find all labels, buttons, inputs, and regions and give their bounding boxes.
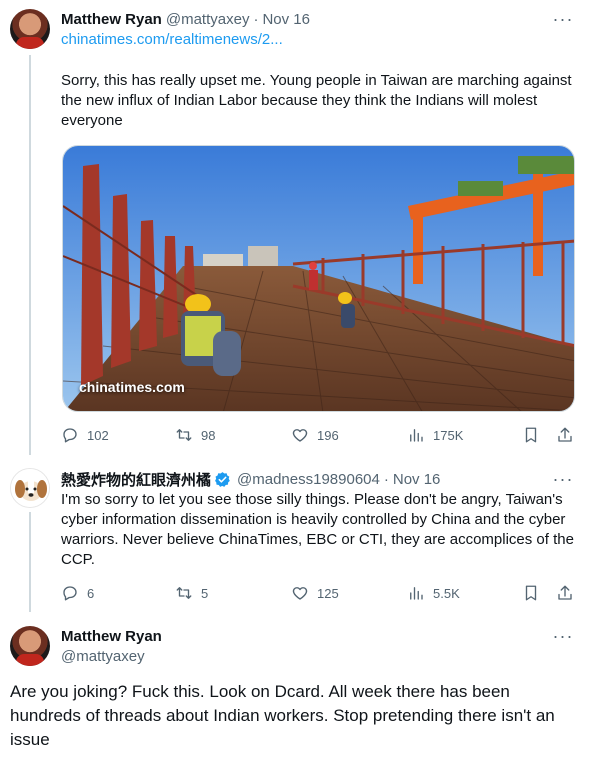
tweet-header: 熱愛炸物的紅眼濟州橘 @madness19890604 · Nov 16 xyxy=(61,469,440,489)
like-button[interactable]: 196 xyxy=(291,425,339,445)
author-handle[interactable]: @mattyaxey xyxy=(61,648,145,665)
author-name[interactable]: Matthew Ryan xyxy=(61,628,162,645)
reply-count: 6 xyxy=(87,585,95,601)
reply-button[interactable]: 6 xyxy=(61,583,94,603)
tweet-text: Sorry, this has really upset me. Young p… xyxy=(61,72,572,129)
share-button[interactable] xyxy=(556,425,574,445)
construction-photo xyxy=(63,146,574,411)
share-icon xyxy=(558,427,572,442)
action-bar: 6 5 125 5.5K xyxy=(61,583,576,603)
bookmark-button[interactable] xyxy=(522,425,540,445)
view-count: 175K xyxy=(433,427,464,443)
action-bar: 102 98 196 175K xyxy=(61,425,576,445)
retweet-icon xyxy=(176,429,192,441)
like-button[interactable]: 125 xyxy=(291,583,339,603)
reply-icon xyxy=(63,586,77,601)
retweet-count: 5 xyxy=(201,585,209,601)
tweet-date[interactable]: Nov 16 xyxy=(393,471,441,488)
author-name[interactable]: Matthew Ryan xyxy=(61,11,162,28)
image-watermark: chinatimes.com xyxy=(79,379,185,395)
views-button[interactable]: 175K xyxy=(407,425,463,445)
author-name-row: Matthew Ryan xyxy=(61,626,162,646)
author-handle-row: @mattyaxey xyxy=(61,646,145,666)
verified-badge-icon xyxy=(215,471,230,487)
heart-icon xyxy=(292,429,308,442)
avatar[interactable] xyxy=(10,468,50,508)
bookmark-icon xyxy=(525,585,537,601)
like-count: 125 xyxy=(317,585,339,601)
view-count: 5.5K xyxy=(433,585,460,601)
tweet-image[interactable]: chinatimes.com xyxy=(62,145,575,412)
tweet-text: Are you joking? Fuck this. Look on Dcard… xyxy=(10,682,555,749)
beagle-avatar-icon xyxy=(11,469,49,507)
like-count: 196 xyxy=(317,427,339,443)
tweet-link[interactable]: chinatimes.com/realtimenews/2... xyxy=(61,31,283,48)
heart-icon xyxy=(292,587,308,600)
share-button[interactable] xyxy=(556,583,574,603)
avatar[interactable] xyxy=(10,9,50,49)
author-handle[interactable]: @mattyaxey xyxy=(166,11,250,28)
retweet-button[interactable]: 98 xyxy=(175,425,215,445)
tweet-date[interactable]: Nov 16 xyxy=(262,11,310,28)
author-handle[interactable]: @madness19890604 xyxy=(237,471,380,488)
more-options-icon[interactable]: ··· xyxy=(553,469,573,489)
reply-count: 102 xyxy=(87,427,109,443)
views-button[interactable]: 5.5K xyxy=(407,583,460,603)
tweet-header: Matthew Ryan @mattyaxey · Nov 16 xyxy=(61,9,310,29)
avatar[interactable] xyxy=(10,626,50,666)
more-options-icon[interactable]: ··· xyxy=(553,9,573,29)
tweet-2: 熱愛炸物的紅眼濟州橘 @madness19890604 · Nov 16 ···… xyxy=(0,460,589,620)
tweet-3-focused: Matthew Ryan @mattyaxey ··· Are you joki… xyxy=(0,620,589,759)
share-icon xyxy=(558,585,572,600)
bookmark-icon xyxy=(525,427,537,443)
tweet-text: I'm so sorry to let you see those silly … xyxy=(61,491,574,568)
more-options-icon[interactable]: ··· xyxy=(553,626,573,646)
reply-button[interactable]: 102 xyxy=(61,425,109,445)
retweet-count: 98 xyxy=(201,427,216,443)
retweet-button[interactable]: 5 xyxy=(175,583,208,603)
retweet-icon xyxy=(176,587,192,599)
author-name[interactable]: 熱愛炸物的紅眼濟州橘 xyxy=(61,469,211,490)
reply-icon xyxy=(63,428,77,443)
thread-line xyxy=(29,55,31,455)
separator-dot: · xyxy=(383,470,389,488)
views-icon xyxy=(410,429,423,442)
thread-line xyxy=(29,512,31,612)
views-icon xyxy=(410,587,423,600)
bookmark-button[interactable] xyxy=(522,583,540,603)
separator-dot: · xyxy=(253,10,259,28)
tweet-1: Matthew Ryan @mattyaxey · Nov 16 ··· chi… xyxy=(0,0,589,460)
